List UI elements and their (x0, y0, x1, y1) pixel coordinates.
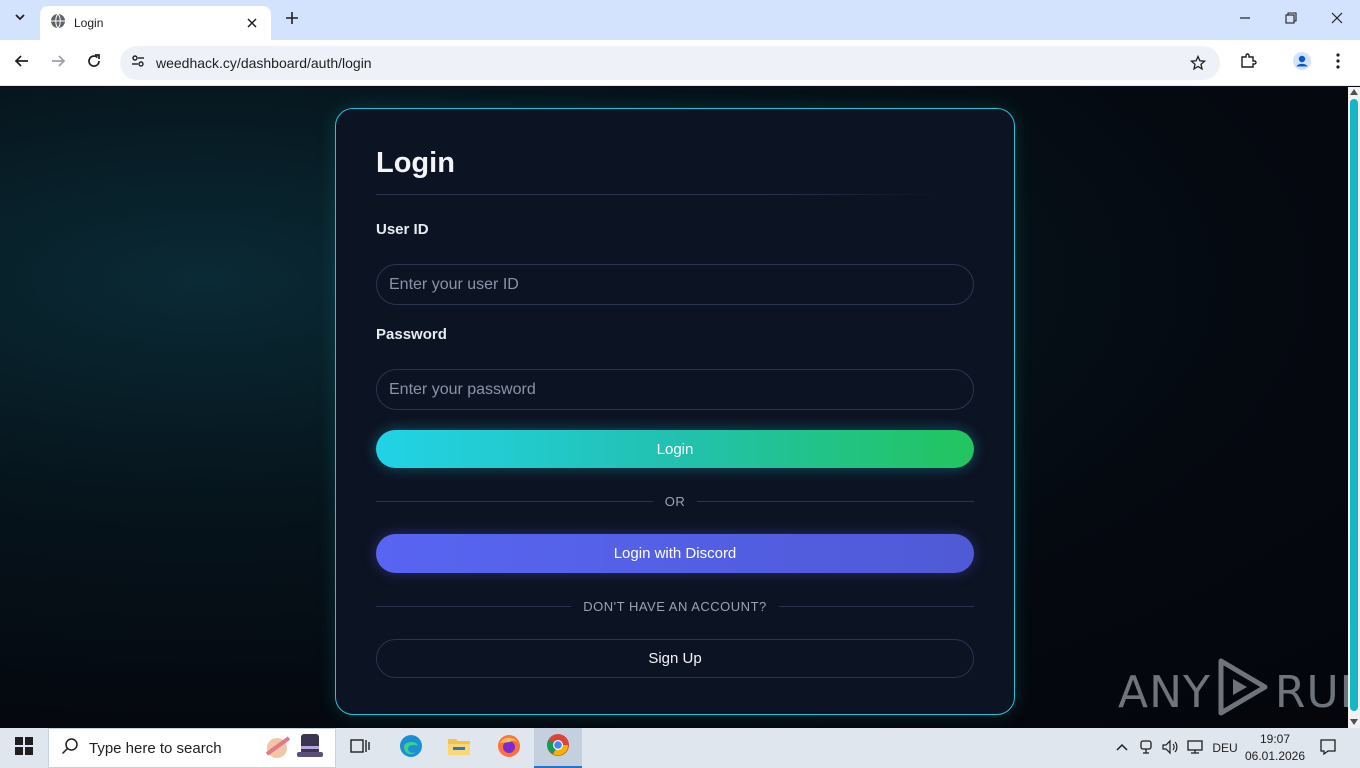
divider-line (376, 605, 572, 607)
globe-icon (50, 13, 66, 34)
chrome-icon (546, 733, 570, 762)
anyrun-watermark: ANY RUN (1118, 657, 1348, 728)
reload-icon (86, 53, 102, 74)
browser-tab-strip: Login (0, 0, 1360, 40)
search-placeholder: Type here to search (89, 739, 222, 757)
page-viewport: Login User ID Password Login OR Login wi… (0, 87, 1348, 728)
taskbar-edge[interactable] (387, 728, 435, 768)
meet-now-icon (1138, 739, 1154, 758)
page-title: Login (376, 147, 455, 179)
windows-logo-icon (15, 736, 33, 760)
taskbar-file-explorer[interactable] (435, 728, 483, 768)
clock-date: 06.01.2026 (1244, 749, 1306, 763)
back-button[interactable] (8, 49, 36, 77)
password-label: Password (376, 326, 447, 343)
tray-overflow-button[interactable] (1112, 728, 1132, 768)
folder-icon (447, 736, 471, 761)
restore-button[interactable] (1268, 4, 1314, 36)
puzzle-icon (1239, 52, 1257, 75)
divider-line (778, 605, 975, 607)
tab-login[interactable]: Login (40, 6, 271, 40)
user-id-label: User ID (376, 221, 429, 238)
no-account-divider: DON'T HAVE AN ACCOUNT? (376, 598, 975, 614)
speaker-icon (1161, 739, 1179, 758)
reload-button[interactable] (80, 49, 108, 77)
task-view-button[interactable] (336, 728, 384, 768)
watermark-text-right: RUN (1274, 667, 1348, 718)
notification-icon (1319, 738, 1337, 759)
restore-icon (1285, 11, 1297, 29)
site-settings-icon[interactable] (130, 53, 146, 74)
tray-meet-now[interactable] (1136, 728, 1156, 768)
extensions-button[interactable] (1234, 49, 1262, 77)
avatar-icon (1292, 51, 1312, 76)
tray-network[interactable] (1184, 728, 1206, 768)
browser-toolbar: weedhack.cy/dashboard/auth/login (0, 40, 1360, 86)
tab-search-button[interactable] (8, 7, 32, 31)
network-icon (1186, 739, 1204, 758)
new-tab-button[interactable] (280, 8, 304, 32)
search-icon (61, 737, 79, 760)
scrollbar-thumb[interactable] (1350, 99, 1358, 711)
bookmark-star-icon[interactable] (1184, 49, 1212, 77)
taskbar-chrome[interactable] (534, 728, 582, 768)
watermark-text-left: ANY (1118, 667, 1211, 718)
user-id-input[interactable] (376, 264, 974, 305)
notifications-button[interactable] (1314, 728, 1342, 768)
arrow-right-icon (50, 53, 66, 74)
edge-icon (399, 734, 423, 763)
tab-title: Login (74, 16, 104, 30)
firefox-icon (497, 734, 521, 763)
profile-button[interactable] (1288, 49, 1316, 77)
divider-line (376, 500, 653, 502)
taskbar-search-box[interactable]: Type here to search (48, 728, 336, 768)
or-divider-text: OR (664, 493, 686, 509)
taskbar-firefox[interactable] (485, 728, 533, 768)
scroll-up-icon[interactable] (1350, 89, 1358, 95)
scroll-down-icon[interactable] (1350, 719, 1358, 725)
search-highlight-icon (261, 730, 329, 767)
divider-line (697, 500, 974, 502)
minimize-icon (1239, 11, 1251, 29)
plus-icon (285, 11, 299, 30)
forward-button[interactable] (44, 49, 72, 77)
minimize-button[interactable] (1222, 4, 1268, 36)
discord-login-button[interactable]: Login with Discord (376, 534, 974, 573)
login-button[interactable]: Login (376, 430, 974, 468)
play-logo-icon (1215, 657, 1271, 728)
kebab-menu-icon (1336, 52, 1340, 74)
taskbar-clock[interactable]: 19:07 06.01.2026 (1240, 731, 1310, 765)
no-account-text: DON'T HAVE AN ACCOUNT? (583, 598, 767, 614)
tray-language[interactable]: DEU (1210, 728, 1240, 768)
clock-time: 19:07 (1259, 732, 1291, 746)
start-button[interactable] (0, 728, 48, 768)
url-text[interactable]: weedhack.cy/dashboard/auth/login (156, 55, 1184, 71)
page-scrollbar[interactable] (1348, 87, 1360, 728)
arrow-left-icon (14, 53, 30, 74)
tray-volume[interactable] (1160, 728, 1180, 768)
tab-close-icon[interactable] (243, 14, 261, 32)
password-input[interactable] (376, 369, 974, 410)
close-window-button[interactable] (1314, 4, 1360, 36)
or-divider: OR (376, 493, 974, 509)
browser-menu-button[interactable] (1324, 49, 1352, 77)
close-icon (1331, 11, 1343, 29)
chevron-up-icon (1116, 741, 1128, 755)
task-view-icon (350, 737, 370, 760)
login-card: Login User ID Password Login OR Login wi… (335, 108, 1015, 715)
windows-taskbar: Type here to search DEU 19:07 06.01.2026 (0, 728, 1360, 768)
title-divider (376, 194, 936, 195)
address-bar[interactable]: weedhack.cy/dashboard/auth/login (120, 46, 1220, 80)
chevron-down-icon (14, 10, 26, 28)
signup-button[interactable]: Sign Up (376, 639, 974, 678)
